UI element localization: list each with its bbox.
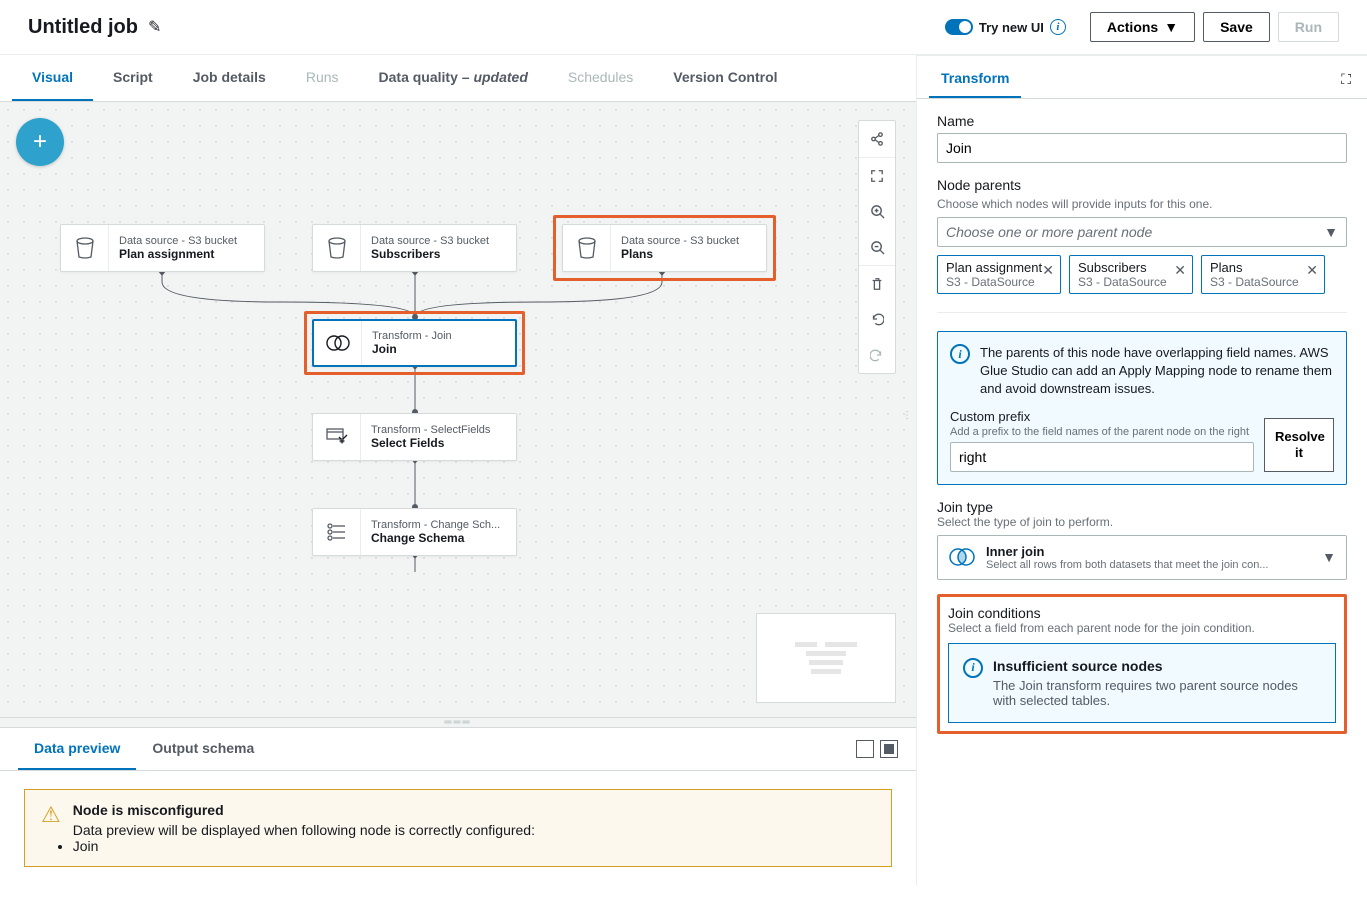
zoom-in-icon[interactable]: [859, 193, 895, 229]
conditions-error-title: Insufficient source nodes: [993, 658, 1321, 674]
chevron-down-icon: ▼: [1322, 549, 1336, 565]
bucket-icon: [563, 225, 611, 271]
warning-body: Data preview will be displayed when foll…: [73, 822, 535, 838]
remove-tag-icon[interactable]: ✕: [1042, 262, 1054, 279]
redo-icon[interactable]: [859, 337, 895, 373]
page-title: Untitled job: [28, 16, 138, 39]
resolve-button[interactable]: Resolve it: [1264, 418, 1334, 471]
save-button[interactable]: Save: [1203, 12, 1270, 42]
tab-data-preview[interactable]: Data preview: [18, 728, 136, 770]
node-subscribers[interactable]: Data source - S3 bucketSubscribers: [312, 224, 517, 272]
undo-icon[interactable]: [859, 301, 895, 337]
tab-visual[interactable]: Visual: [12, 55, 93, 101]
toggle-switch[interactable]: [945, 19, 973, 35]
node-change-schema[interactable]: Transform - Change Sch...Change Schema: [312, 508, 517, 556]
bucket-icon: [61, 225, 109, 271]
remove-tag-icon[interactable]: ✕: [1306, 262, 1318, 279]
node-select-fields[interactable]: Transform - SelectFieldsSelect Fields: [312, 413, 517, 461]
canvas[interactable]: +: [0, 102, 916, 717]
join-type-select[interactable]: Inner join Select all rows from both dat…: [937, 535, 1347, 580]
parents-desc: Choose which nodes will provide inputs f…: [937, 197, 1347, 211]
edit-icon[interactable]: ✎: [148, 17, 161, 37]
conditions-label: Join conditions: [948, 605, 1336, 621]
info-icon[interactable]: i: [1050, 19, 1066, 35]
drag-handle[interactable]: ═══: [0, 717, 916, 727]
bucket-icon: [313, 225, 361, 271]
name-label: Name: [937, 113, 1347, 129]
conditions-error-desc: The Join transform requires two parent s…: [993, 678, 1321, 708]
join-conditions-highlight: Join conditions Select a field from each…: [937, 594, 1347, 734]
parents-select[interactable]: Choose one or more parent node▼: [937, 217, 1347, 247]
warning-title: Node is misconfigured: [73, 802, 535, 818]
zoom-out-icon[interactable]: [859, 229, 895, 265]
info-icon: i: [950, 344, 970, 364]
actions-button[interactable]: Actions▼: [1090, 12, 1195, 42]
info-box: i The parents of this node have overlapp…: [937, 331, 1347, 485]
toggle-label: Try new UI: [979, 20, 1044, 35]
canvas-toolbar: [858, 120, 896, 374]
join-icon: [314, 321, 362, 365]
join-type-label: Join type: [937, 499, 1347, 515]
warning-box: ⚠ Node is misconfigured Data preview wil…: [24, 789, 892, 867]
select-fields-icon: [313, 414, 361, 460]
prefix-input[interactable]: [950, 442, 1254, 472]
fullscreen-icon[interactable]: ⛶: [1337, 67, 1355, 92]
change-schema-icon: [313, 509, 361, 555]
tab-version-control[interactable]: Version Control: [653, 55, 797, 101]
info-icon: i: [963, 658, 983, 678]
share-icon[interactable]: [859, 121, 895, 157]
prefix-label: Custom prefix: [950, 409, 1254, 424]
warning-item: Join: [73, 838, 535, 854]
name-input[interactable]: [937, 133, 1347, 163]
node-plan-assignment[interactable]: Data source - S3 bucketPlan assignment: [60, 224, 265, 272]
try-new-ui-toggle[interactable]: Try new UI i: [945, 19, 1066, 35]
parents-label: Node parents: [937, 177, 1347, 193]
node-plans[interactable]: Data source - S3 bucketPlans: [562, 224, 767, 272]
conditions-desc: Select a field from each parent node for…: [948, 621, 1336, 635]
fit-icon[interactable]: [859, 157, 895, 193]
tab-data-quality[interactable]: Data quality – updated: [359, 55, 548, 101]
tab-runs: Runs: [286, 55, 359, 101]
tab-schedules: Schedules: [548, 55, 653, 101]
run-button: Run: [1278, 12, 1339, 42]
inner-join-icon: [948, 547, 976, 567]
tab-script[interactable]: Script: [93, 55, 173, 101]
join-type-desc: Select the type of join to perform.: [937, 515, 1347, 529]
add-node-button[interactable]: +: [16, 118, 64, 166]
parent-tag: Plan assignment S3 - DataSource ✕: [937, 255, 1061, 294]
prefix-desc: Add a prefix to the field names of the p…: [950, 426, 1254, 438]
parent-tag: Plans S3 - DataSource ✕: [1201, 255, 1325, 294]
minimap[interactable]: [756, 613, 896, 703]
trash-icon[interactable]: [859, 265, 895, 301]
main-tabs: Visual Script Job details Runs Data qual…: [0, 55, 916, 102]
expand-icon[interactable]: [880, 740, 898, 758]
resize-handle[interactable]: ⋮⋮: [902, 410, 916, 421]
tab-output-schema[interactable]: Output schema: [136, 728, 270, 770]
remove-tag-icon[interactable]: ✕: [1174, 262, 1186, 279]
node-join[interactable]: Transform - JoinJoin: [312, 319, 517, 367]
collapse-icon[interactable]: [856, 740, 874, 758]
parent-tag: Subscribers S3 - DataSource ✕: [1069, 255, 1193, 294]
panel-tab-transform[interactable]: Transform: [929, 60, 1021, 98]
tab-job-details[interactable]: Job details: [173, 55, 286, 101]
